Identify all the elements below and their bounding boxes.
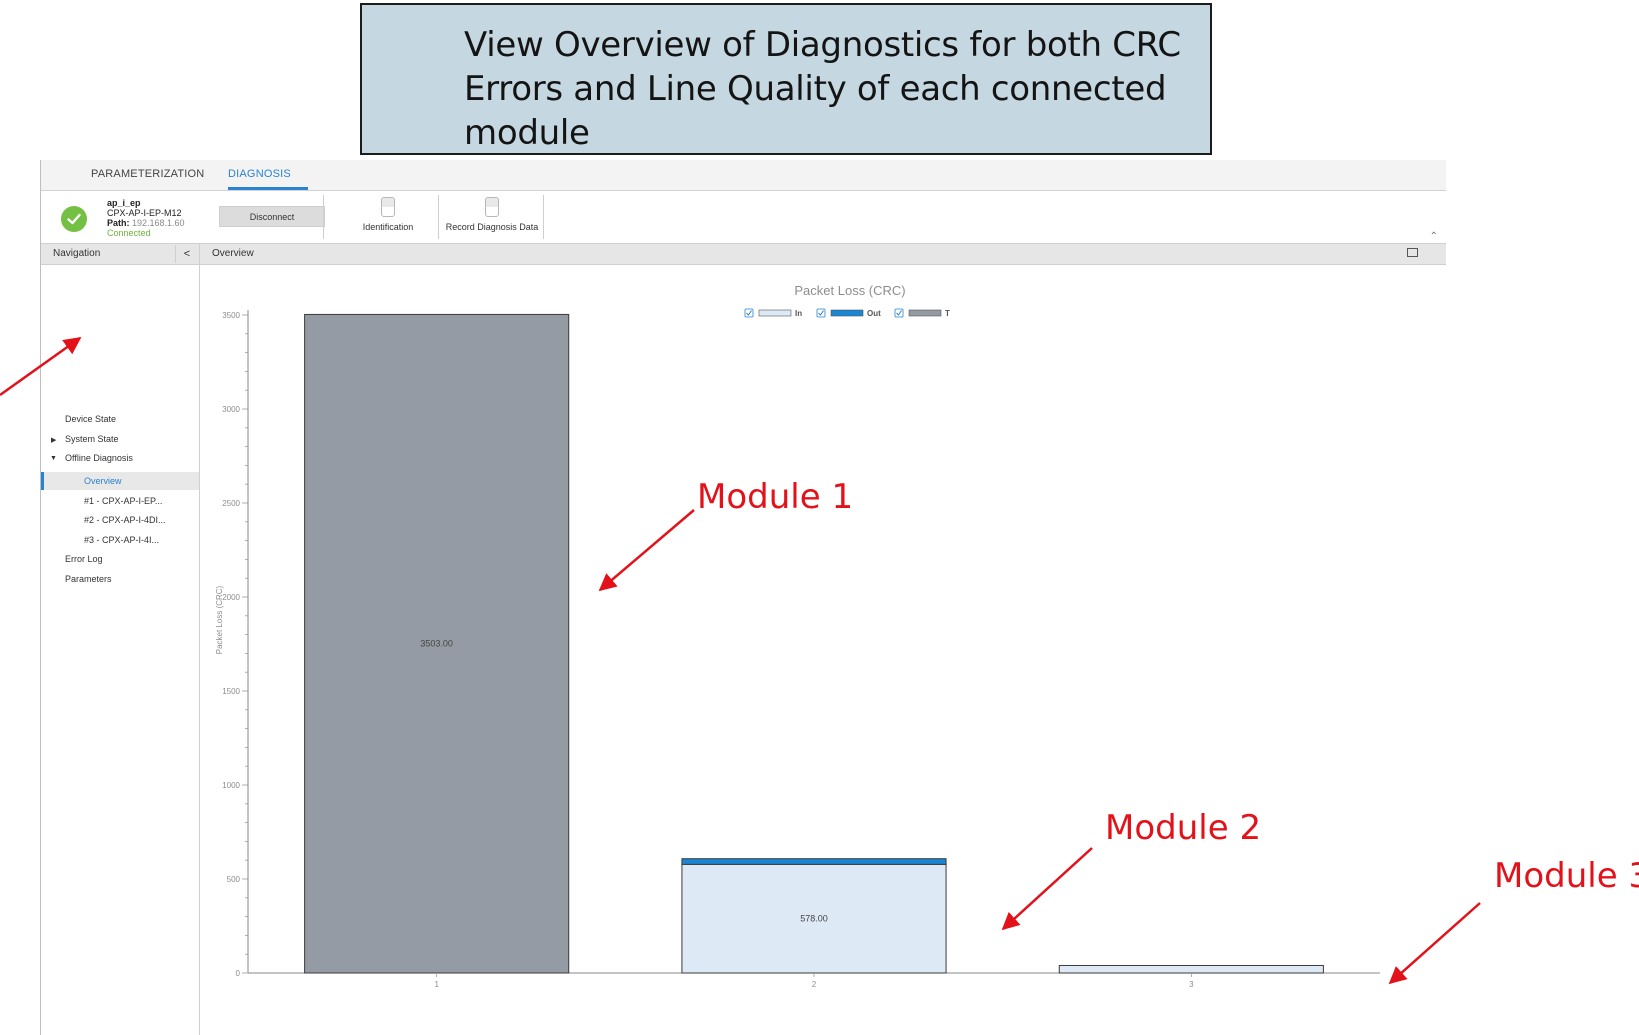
legend-label: T xyxy=(945,309,950,318)
y-tick-label: 1500 xyxy=(222,687,240,696)
nav-item-module-3[interactable]: #3 - CPX-AP-I-4I... xyxy=(84,535,159,545)
device-path-label: Path: xyxy=(107,218,130,228)
x-tick-label: 3 xyxy=(1189,980,1194,989)
identification-label: Identification xyxy=(362,222,414,232)
bar-segment-in-3 xyxy=(1058,964,1324,974)
legend-checkbox xyxy=(894,308,904,318)
nav-item-module-2[interactable]: #2 - CPX-AP-I-4DI... xyxy=(84,515,166,525)
device-toolbar: ap_i_ep CPX-AP-I-EP-M12 Path: 192.168.1.… xyxy=(41,191,1446,244)
chart-title: Packet Loss (CRC) xyxy=(794,283,905,298)
legend-checkbox xyxy=(816,308,826,318)
legend-swatch xyxy=(830,309,864,317)
y-tick-label: 2000 xyxy=(222,593,240,602)
y-tick-label: 3500 xyxy=(222,311,240,320)
navigation-header: Navigation < xyxy=(41,244,199,265)
device-name: ap_i_ep xyxy=(107,198,141,208)
identification-icon xyxy=(381,197,395,217)
packet-loss-chart: Packet Loss (CRC) In Out T Packet Loss (CR… xyxy=(215,283,1380,989)
callout-text: View Overview of Diagnostics for both CR… xyxy=(464,25,1181,153)
y-tick-label: 0 xyxy=(236,969,241,978)
identification-button[interactable]: Identification xyxy=(353,197,423,232)
y-tick-label: 500 xyxy=(227,875,241,884)
navigation-title: Navigation xyxy=(53,248,101,259)
toolbar-divider xyxy=(543,195,544,239)
x-tick-label: 2 xyxy=(812,980,817,989)
y-tick-label: 3000 xyxy=(222,405,240,414)
detach-view-icon[interactable] xyxy=(1407,248,1418,257)
tab-diagnosis[interactable]: DIAGNOSIS xyxy=(228,168,291,180)
legend-swatch xyxy=(908,309,942,317)
tab-parameterization[interactable]: PARAMETERIZATION xyxy=(91,168,204,180)
nav-item-offline-diagnosis[interactable]: Offline Diagnosis xyxy=(65,453,133,463)
device-path-value: 192.168.1.60 xyxy=(132,218,185,228)
nav-item-error-log[interactable]: Error Log xyxy=(65,554,103,564)
instruction-callout: View Overview of Diagnostics for both CR… xyxy=(360,3,1212,155)
y-tick-label: 1000 xyxy=(222,781,240,790)
expand-triangle-icon[interactable]: ▶ xyxy=(51,436,56,444)
collapse-navigation-icon[interactable]: < xyxy=(175,245,198,263)
toolbar-divider xyxy=(323,195,324,239)
connection-status: Connected xyxy=(107,228,151,238)
device-path: Path: 192.168.1.60 xyxy=(107,218,185,228)
legend-checkbox xyxy=(744,308,754,318)
content-header: Overview xyxy=(200,244,1446,265)
nav-selection-bar xyxy=(41,472,44,490)
x-tick-label: 1 xyxy=(434,980,439,989)
tab-bar: PARAMETERIZATION DIAGNOSIS xyxy=(41,160,1446,191)
nav-item-parameters[interactable]: Parameters xyxy=(65,574,112,584)
record-diagnosis-button[interactable]: Record Diagnosis Data xyxy=(442,197,542,232)
chart-bars: 3503.00 578.00 xyxy=(304,313,1324,974)
navigation-panel: Navigation < Device State ▶ System State… xyxy=(41,244,200,1035)
chart-legend: In Out T xyxy=(744,308,950,318)
active-tab-indicator xyxy=(228,187,308,190)
device-model: CPX-AP-I-EP-M12 xyxy=(107,208,182,218)
nav-item-overview[interactable]: Overview xyxy=(84,476,122,486)
app-window: PARAMETERIZATION DIAGNOSIS ap_i_ep CPX-A… xyxy=(40,160,1446,1035)
collapse-triangle-icon[interactable]: ▼ xyxy=(50,455,57,462)
toolbar-divider xyxy=(438,195,439,239)
module1-annotation: Module 1 xyxy=(697,477,854,517)
record-diagnosis-icon xyxy=(485,197,499,217)
legend-swatch xyxy=(758,309,792,317)
module3-annotation: Module 3 xyxy=(1494,856,1639,896)
record-diagnosis-label: Record Diagnosis Data xyxy=(445,222,539,232)
x-axis: 1 2 3 xyxy=(434,973,1194,989)
content-title: Overview xyxy=(212,248,254,259)
bar-data-label: 3503.00 xyxy=(420,639,453,649)
disconnect-button[interactable]: Disconnect xyxy=(219,206,325,227)
bar-segment-out-2 xyxy=(681,858,947,865)
legend-label: In xyxy=(795,309,802,318)
legend-label: Out xyxy=(867,309,881,318)
connected-status-icon xyxy=(61,206,87,232)
nav-item-system-state[interactable]: System State xyxy=(65,434,119,444)
module2-annotation: Module 2 xyxy=(1105,808,1262,848)
bar-data-label: 578.00 xyxy=(800,914,828,924)
nav-item-device-state[interactable]: Device State xyxy=(65,414,116,424)
nav-item-module-1[interactable]: #1 - CPX-AP-I-EP... xyxy=(84,496,162,506)
collapse-toolbar-icon[interactable]: ⌃ xyxy=(1430,231,1438,242)
y-tick-label: 2500 xyxy=(222,499,240,508)
